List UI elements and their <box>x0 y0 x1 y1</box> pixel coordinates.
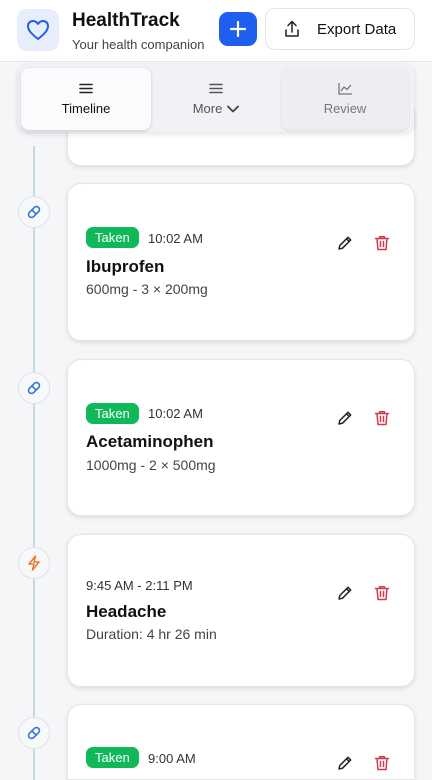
lightning-icon <box>28 555 40 571</box>
timeline-node <box>18 372 50 404</box>
pencil-icon[interactable] <box>336 584 354 602</box>
entry-card[interactable]: Taken 9:00 AM <box>67 704 415 780</box>
timeline-line <box>33 146 35 780</box>
timeline-node <box>18 717 50 749</box>
entry-detail: Duration: 4 hr 26 min <box>86 626 217 642</box>
timeline-node <box>18 196 50 228</box>
heart-icon <box>27 20 49 40</box>
tab-more-label: More <box>192 101 223 116</box>
tab-timeline-label: Timeline <box>61 101 111 116</box>
pill-icon <box>27 381 41 395</box>
export-data-button[interactable]: Export Data <box>265 8 415 50</box>
entry-time: 9:45 AM - 2:11 PM <box>86 578 193 593</box>
entry-time: 9:00 AM <box>148 751 196 766</box>
add-entry-button[interactable] <box>219 12 257 46</box>
entry-detail: 600mg - 3 × 200mg <box>86 281 208 297</box>
tab-review[interactable]: Review <box>281 68 409 130</box>
chart-icon <box>337 81 353 95</box>
entry-name: Acetaminophen <box>86 432 214 451</box>
entry-time: 10:02 AM <box>148 231 203 246</box>
menu-icon <box>209 81 223 95</box>
status-badge: Taken <box>86 403 139 424</box>
app-header: HealthTrack Your health companion Export… <box>0 0 432 62</box>
app-title: HealthTrack <box>72 10 180 31</box>
trash-icon[interactable] <box>373 584 391 602</box>
trash-icon[interactable] <box>373 409 391 427</box>
entry-card[interactable]: 9:45 AM - 2:11 PM Headache Duration: 4 h… <box>67 534 415 687</box>
pencil-icon[interactable] <box>336 234 354 252</box>
entry-card[interactable]: Taken 10:02 AM Ibuprofen 600mg - 3 × 200… <box>67 183 415 341</box>
tab-timeline[interactable]: Timeline <box>21 68 151 130</box>
status-badge: Taken <box>86 747 139 768</box>
entry-time: 10:02 AM <box>148 406 203 421</box>
view-tabs: Timeline More Review <box>18 64 414 132</box>
tab-more[interactable]: More <box>153 68 279 130</box>
entry-name: Headache <box>86 602 167 621</box>
entry-card[interactable]: Taken 10:02 AM Acetaminophen 1000mg - 2 … <box>67 359 415 516</box>
export-data-label: Export Data <box>317 21 397 38</box>
pencil-icon[interactable] <box>336 409 354 427</box>
pill-icon <box>27 726 41 740</box>
app-subtitle: Your health companion <box>72 37 205 52</box>
menu-icon <box>79 81 93 95</box>
plus-icon <box>230 21 246 37</box>
pill-icon <box>27 205 41 219</box>
trash-icon[interactable] <box>373 234 391 252</box>
status-badge: Taken <box>86 227 139 248</box>
trash-icon[interactable] <box>373 754 391 772</box>
chevron-down-icon <box>227 105 240 112</box>
tab-review-label: Review <box>323 101 367 116</box>
entry-detail: 1000mg - 2 × 500mg <box>86 457 216 473</box>
timeline-node <box>18 547 50 579</box>
upload-icon <box>284 20 300 43</box>
pencil-icon[interactable] <box>336 754 354 772</box>
app-logo <box>17 9 59 51</box>
entry-name: Ibuprofen <box>86 257 165 276</box>
